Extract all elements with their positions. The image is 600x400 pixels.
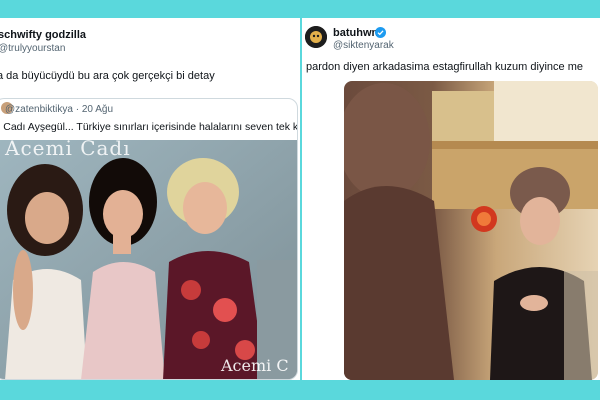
quoted-image[interactable]: Acemi Cadı Acemi C xyxy=(0,140,297,379)
watermark-bottom: Acemi C xyxy=(221,356,289,375)
quoted-date[interactable]: · 20 Ağu xyxy=(76,104,113,115)
tweet-text: pardon diyen arkadasima estagfirullah ku… xyxy=(306,61,583,73)
left-tweet-card[interactable]: schwifty godzilla @trulyyourstan a da bü… xyxy=(0,18,300,380)
user-handle[interactable]: @trulyyourstan xyxy=(0,43,65,54)
tweet-image[interactable] xyxy=(344,81,598,380)
display-name[interactable]: schwifty godzilla xyxy=(0,29,86,41)
user-handle[interactable]: @siktenyarak xyxy=(333,40,394,51)
mirror-selfie-photo xyxy=(344,81,598,380)
quoted-text: i Cadı Ayşegül... Türkiye sınırları içer… xyxy=(0,121,298,133)
avatar-image xyxy=(305,26,327,48)
tweet-text: a da büyücüydü bu ara çok gerçekçi bi de… xyxy=(0,70,215,82)
right-tweet-card[interactable]: batuhwn @siktenyarak pardon diyen arkada… xyxy=(302,18,600,380)
quoted-tweet[interactable]: @zatenbiktikya · 20 Ağu i Cadı Ayşegül..… xyxy=(0,98,298,380)
avatar[interactable] xyxy=(305,26,327,48)
tweet-header: schwifty godzilla @trulyyourstan xyxy=(0,18,300,68)
quoted-handle[interactable]: @zatenbiktikya xyxy=(5,104,73,115)
verified-badge-icon xyxy=(375,27,386,38)
watermark-top: Acemi Cadı xyxy=(5,140,131,160)
acemi-cadi-photo xyxy=(0,140,297,379)
display-name[interactable]: batuhwn xyxy=(333,27,378,39)
